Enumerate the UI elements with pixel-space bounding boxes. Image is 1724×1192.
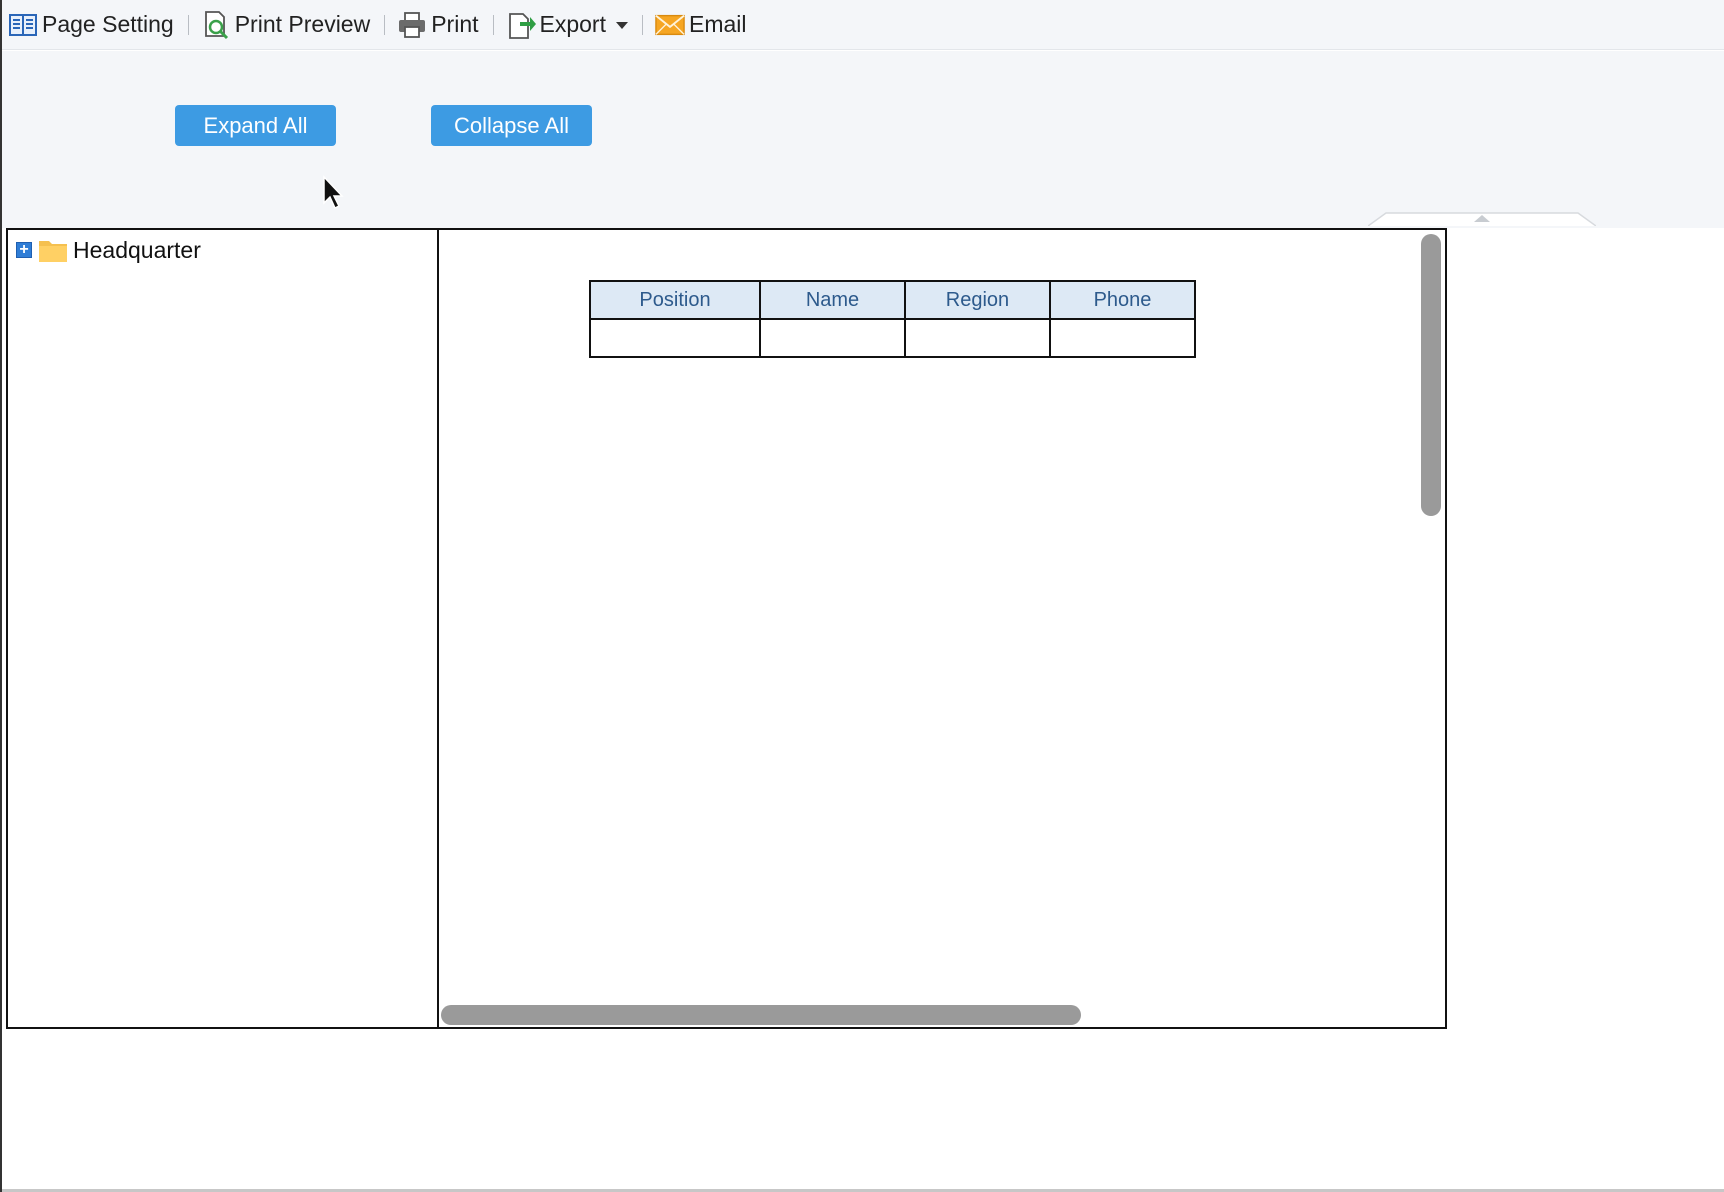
table-header-row: Position Name Region Phone (589, 280, 1196, 320)
export-label: Export (539, 11, 606, 37)
print-preview-button[interactable]: Print Preview (199, 7, 376, 43)
export-icon (506, 10, 536, 40)
tree-node-label[interactable]: Headquarter (73, 237, 201, 264)
print-preview-label: Print Preview (234, 11, 371, 37)
column-header-phone[interactable]: Phone (1049, 280, 1196, 320)
export-button[interactable]: Export (504, 7, 634, 43)
plus-icon[interactable]: + (16, 242, 32, 258)
content-panel: Position Name Region Phone (439, 230, 1445, 1027)
toolbar-separator (384, 14, 386, 35)
report-frame: + Headquarter Position Name Region Phone (6, 228, 1447, 1029)
toolbar-separator (641, 14, 643, 35)
tree-node-headquarter[interactable]: + Headquarter (16, 234, 201, 266)
action-bar: Expand All Collapse All (2, 51, 1724, 228)
table-cell (904, 318, 1051, 358)
expand-all-button[interactable]: Expand All (175, 105, 336, 146)
report-viewer: Page Setting Print Preview Print Export … (0, 0, 1724, 1192)
email-icon (655, 10, 685, 40)
mouse-pointer-icon (323, 175, 344, 210)
print-button[interactable]: Print (395, 7, 484, 43)
printer-icon (397, 10, 427, 40)
print-label: Print (431, 11, 479, 37)
horizontal-scrollbar[interactable] (441, 1005, 1081, 1025)
column-header-name[interactable]: Name (759, 280, 906, 320)
toolbar-separator (492, 14, 494, 35)
data-table: Position Name Region Phone (589, 280, 1196, 358)
print-preview-icon (201, 10, 231, 40)
page-setting-button[interactable]: Page Setting (6, 7, 180, 43)
toolbar-separator (187, 14, 189, 35)
folder-icon (39, 241, 67, 262)
table-row (589, 318, 1196, 358)
email-label: Email (688, 11, 747, 37)
table-cell (759, 318, 906, 358)
panel-collapse-handle[interactable] (1368, 212, 1596, 226)
page-setting-icon (8, 10, 38, 40)
tree-panel: + Headquarter (8, 230, 439, 1027)
column-header-position[interactable]: Position (589, 280, 761, 320)
column-header-region[interactable]: Region (904, 280, 1051, 320)
toolbar: Page Setting Print Preview Print Export … (2, 0, 1724, 50)
collapse-all-button[interactable]: Collapse All (431, 105, 592, 146)
table-cell (1049, 318, 1196, 358)
table-cell (589, 318, 761, 358)
vertical-scrollbar[interactable] (1421, 234, 1441, 516)
page-setting-label: Page Setting (42, 11, 174, 37)
email-button[interactable]: Email (653, 7, 753, 43)
chevron-down-icon[interactable] (615, 22, 628, 29)
